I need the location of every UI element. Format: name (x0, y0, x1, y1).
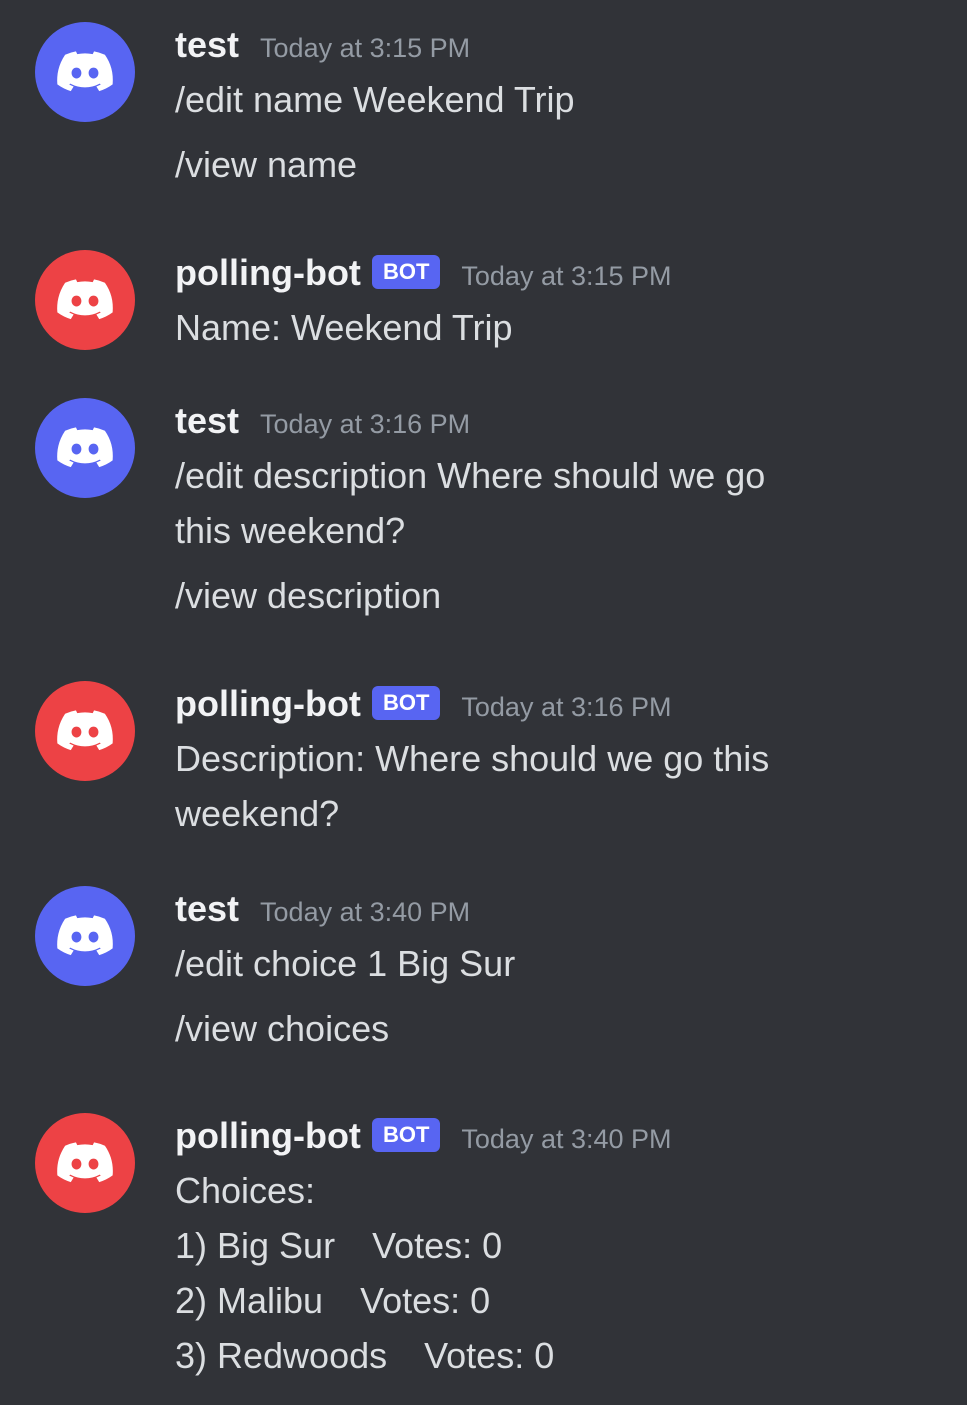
message-header: test Today at 3:16 PM (175, 400, 470, 442)
username[interactable]: polling-bot (175, 1115, 361, 1157)
bot-badge: BOT (371, 686, 441, 720)
username[interactable]: test (175, 888, 239, 930)
choice-line: 1) Big Sur Votes: 0 (175, 1223, 502, 1269)
username[interactable]: polling-bot (175, 252, 361, 294)
user-avatar[interactable] (35, 886, 135, 986)
bot-avatar[interactable] (35, 1113, 135, 1213)
timestamp[interactable]: Today at 3:40 PM (461, 1124, 671, 1155)
message-text: weekend? (175, 793, 340, 834)
choice-line: 3) Redwoods Votes: 0 (175, 1333, 554, 1379)
message-header: polling-bot BOT Today at 3:15 PM (175, 252, 672, 295)
discord-logo-icon (57, 710, 113, 751)
choice-label: 1) Big Sur (175, 1225, 336, 1266)
message-text: /edit name Weekend Trip (175, 79, 575, 120)
message-text: /edit description Where should we go (175, 455, 766, 496)
timestamp[interactable]: Today at 3:40 PM (260, 897, 470, 928)
user-avatar[interactable] (35, 398, 135, 498)
message-header: test Today at 3:40 PM (175, 888, 470, 930)
bot-badge: BOT (371, 255, 441, 289)
message-text: /view name (175, 144, 358, 185)
discord-logo-icon (57, 51, 113, 92)
choice-label: 2) Malibu (175, 1280, 324, 1321)
message-text: /view choices (175, 1008, 390, 1049)
timestamp[interactable]: Today at 3:15 PM (260, 33, 470, 64)
timestamp[interactable]: Today at 3:16 PM (461, 692, 671, 723)
message-header: test Today at 3:15 PM (175, 24, 470, 66)
message-text: /edit choice 1 Big Sur (175, 943, 516, 984)
message-header: polling-bot BOT Today at 3:40 PM (175, 1115, 672, 1158)
discord-logo-icon (57, 279, 113, 320)
username[interactable]: test (175, 400, 239, 442)
choice-label: 3) Redwoods (175, 1335, 388, 1376)
message-text: Name: Weekend Trip (175, 307, 513, 348)
message-text: Choices: (175, 1170, 316, 1211)
choice-votes: Votes: 0 (372, 1225, 503, 1266)
message-text: this weekend? (175, 510, 406, 551)
choice-line: 2) Malibu Votes: 0 (175, 1278, 490, 1324)
message-text: /view description (175, 575, 442, 616)
choice-votes: Votes: 0 (360, 1280, 491, 1321)
discord-logo-icon (57, 1142, 113, 1183)
choice-votes: Votes: 0 (424, 1335, 555, 1376)
discord-logo-icon (57, 915, 113, 956)
message-header: polling-bot BOT Today at 3:16 PM (175, 683, 672, 726)
bot-badge: BOT (371, 1118, 441, 1152)
discord-logo-icon (57, 427, 113, 468)
timestamp[interactable]: Today at 3:15 PM (461, 261, 671, 292)
message-text: Description: Where should we go this (175, 738, 770, 779)
timestamp[interactable]: Today at 3:16 PM (260, 409, 470, 440)
bot-avatar[interactable] (35, 681, 135, 781)
username[interactable]: polling-bot (175, 683, 361, 725)
username[interactable]: test (175, 24, 239, 66)
user-avatar[interactable] (35, 22, 135, 122)
bot-avatar[interactable] (35, 250, 135, 350)
